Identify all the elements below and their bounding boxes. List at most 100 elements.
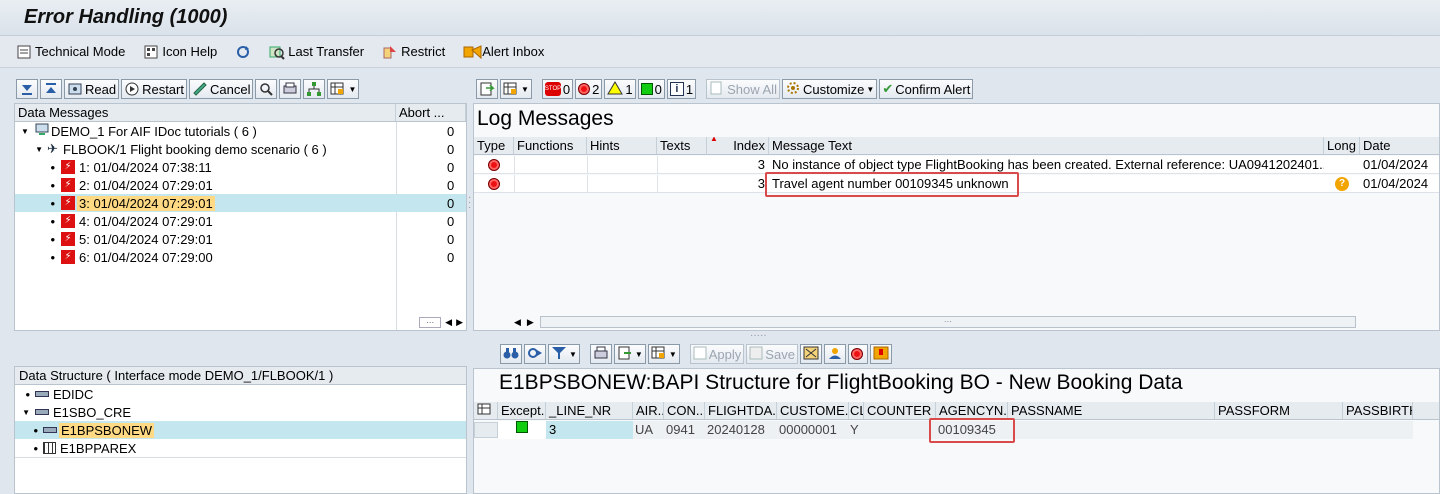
passname-cell[interactable]	[1008, 421, 1215, 439]
airline-cell[interactable]: UA	[633, 421, 664, 439]
expand-toggle-icon[interactable]: ▼	[15, 127, 35, 136]
last-transfer-button[interactable]: Last Transfer	[269, 44, 364, 60]
col-exception[interactable]: Except...	[498, 402, 546, 419]
col-counter[interactable]: COUNTER	[864, 402, 936, 419]
save-button[interactable]: Save	[746, 344, 798, 364]
scroll-thumb[interactable]: ⋯	[539, 316, 1356, 328]
data-messages-column-header[interactable]: Data Messages	[15, 104, 396, 121]
col-texts[interactable]: Texts	[657, 137, 707, 154]
expand-toggle-icon[interactable]: ▼	[15, 408, 35, 417]
show-all-button[interactable]: Show All	[706, 79, 780, 99]
tool-button-2[interactable]	[823, 344, 846, 364]
refresh-button[interactable]	[235, 44, 251, 60]
structure-node[interactable]: • EDIDC	[15, 385, 466, 403]
col-connection[interactable]: CON...	[664, 402, 705, 419]
filter-success-button[interactable]: 0	[637, 79, 665, 99]
col-index[interactable]: ▲ Index	[707, 137, 769, 154]
counter-cell[interactable]	[864, 421, 936, 439]
col-hints[interactable]: Hints	[587, 137, 657, 154]
filter-warning-button[interactable]: 1	[604, 79, 636, 99]
log-row[interactable]: 3 Travel agent number 00109345 unknown ?…	[474, 175, 1439, 193]
vertical-splitter[interactable]: · · ·	[468, 193, 472, 215]
print-button[interactable]	[589, 344, 612, 364]
col-agency[interactable]: AGENCYN...	[936, 402, 1008, 419]
expand-all-button[interactable]	[16, 79, 38, 99]
class-cell[interactable]: Y	[849, 421, 864, 439]
tree-row-message-selected[interactable]: • ⚡ 3: 01/04/2024 07:29:01 0	[15, 194, 466, 212]
structure-node[interactable]: • E1BPPAREX	[15, 439, 466, 457]
tree-row-message[interactable]: • ⚡ 6: 01/04/2024 07:29:00 0	[15, 248, 454, 266]
row-selector-header[interactable]	[474, 402, 498, 419]
find-button[interactable]	[255, 79, 278, 99]
scroll-left-icon[interactable]: ◀	[445, 317, 452, 328]
scroll-right-icon[interactable]: ▶	[456, 317, 463, 328]
passbirth-cell[interactable]	[1343, 421, 1413, 439]
tool-button-1[interactable]	[799, 344, 822, 364]
log-row[interactable]: 3 No instance of object type FlightBooki…	[474, 156, 1439, 174]
col-functions[interactable]: Functions	[514, 137, 587, 154]
col-passbirth[interactable]: PASSBIRTH	[1343, 402, 1413, 419]
customer-cell[interactable]: 00000001	[777, 421, 849, 439]
col-long[interactable]: Long	[1324, 137, 1360, 154]
horizontal-scrollbar[interactable]: ⋯ ◀ ▶	[397, 314, 466, 330]
col-flightdate[interactable]: FLIGHTDA...	[705, 402, 777, 419]
tree-row-root[interactable]: ▼ DEMO_1 For AIF IDoc tutorials ( 6 ) 0	[15, 122, 466, 140]
structure-node[interactable]: ▼ E1SBO_CRE	[15, 403, 466, 421]
connection-cell[interactable]: 0941	[664, 421, 705, 439]
agency-cell[interactable]: 00109345	[936, 421, 1008, 439]
find-next-button[interactable]	[524, 344, 546, 364]
filter-error-button[interactable]: 2	[575, 79, 603, 99]
binoculars-button[interactable]	[500, 344, 522, 364]
structure-node-selected[interactable]: • E1BPSBONEW	[15, 421, 466, 439]
table-settings-icon[interactable]	[477, 403, 491, 418]
customize-button[interactable]: Customize ▼	[781, 79, 878, 99]
log-layout-button[interactable]: ▼	[500, 79, 532, 99]
line-nr-cell[interactable]: 3	[546, 421, 633, 439]
detail-layout-button[interactable]: ▼	[647, 344, 680, 364]
tool-button-4[interactable]	[869, 344, 892, 364]
confirm-alert-button[interactable]: ✔ Confirm Alert	[879, 79, 974, 99]
filter-info-button[interactable]: i1	[666, 79, 697, 99]
detail-row[interactable]: 3 UA 0941 20240128 00000001 Y 00109345	[474, 421, 1439, 439]
hierarchy-button[interactable]	[303, 79, 326, 99]
horizontal-splitter[interactable]: ·····	[750, 331, 774, 341]
export-button[interactable]: ▼	[613, 344, 646, 364]
layout-menu-button[interactable]: ▼	[327, 79, 360, 99]
col-message-text[interactable]: Message Text	[769, 137, 1324, 154]
tree-row-scenario[interactable]: ▼ ✈ FLBOOK/1 Flight booking demo scenari…	[15, 140, 466, 158]
scroll-right-icon[interactable]: ▶	[527, 317, 534, 328]
col-airline[interactable]: AIR...	[633, 402, 664, 419]
alert-inbox-button[interactable]: Alert Inbox	[463, 44, 544, 60]
col-customer[interactable]: CUSTOME...	[777, 402, 849, 419]
tool-button-3[interactable]	[847, 344, 868, 364]
col-type[interactable]: Type	[474, 137, 514, 154]
scroll-left-icon[interactable]: ◀	[514, 317, 521, 328]
filter-stop-button[interactable]: STOP 0	[541, 79, 574, 99]
collapse-all-button[interactable]	[40, 79, 62, 99]
flightdate-cell[interactable]: 20240128	[705, 421, 777, 439]
tree-row-message[interactable]: • ⚡ 1: 01/04/2024 07:38:11 0	[15, 158, 454, 176]
restrict-button[interactable]: Restrict	[382, 44, 445, 60]
filter-button[interactable]: ▼	[548, 344, 580, 364]
log-horizontal-scrollbar[interactable]: ◀ ▶ ⋯	[514, 314, 1356, 330]
col-date[interactable]: Date	[1360, 137, 1439, 154]
long-text-cell[interactable]: ?	[1324, 176, 1360, 191]
row-selector[interactable]	[474, 422, 498, 438]
print-button[interactable]	[279, 79, 302, 99]
details-button[interactable]	[476, 79, 498, 99]
scroll-thumb[interactable]: ⋯	[419, 316, 442, 328]
col-line-nr[interactable]: _LINE_NR	[546, 402, 633, 419]
abort-column-header[interactable]: Abort ...	[396, 104, 466, 121]
cancel-button[interactable]: Cancel	[188, 79, 254, 99]
apply-button[interactable]: Apply	[689, 344, 745, 364]
expand-toggle-icon[interactable]: ▼	[15, 145, 47, 154]
col-passform[interactable]: PASSFORM	[1215, 402, 1343, 419]
technical-mode-button[interactable]: Technical Mode	[16, 44, 125, 60]
tree-row-message[interactable]: • ⚡ 5: 01/04/2024 07:29:01 0	[15, 230, 454, 248]
restart-button[interactable]: Restart	[121, 79, 187, 99]
long-text-help-icon[interactable]: ?	[1335, 176, 1349, 191]
passform-cell[interactable]	[1215, 421, 1343, 439]
tree-row-message[interactable]: • ⚡ 2: 01/04/2024 07:29:01 0	[15, 176, 454, 194]
col-passname[interactable]: PASSNAME	[1008, 402, 1215, 419]
read-button[interactable]: Read	[64, 79, 120, 99]
